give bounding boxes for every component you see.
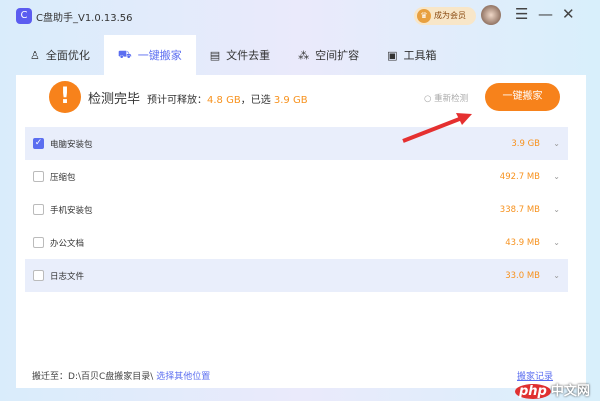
one-click-move-button[interactable]: 一键搬家 <box>485 83 560 111</box>
list-item[interactable]: ✓ 电脑安装包 3.9 GB ⌄ <box>25 127 568 160</box>
list-item[interactable]: 办公文档 43.9 MB ⌄ <box>25 226 568 259</box>
recheck-button[interactable]: ○ 重新检测 <box>424 92 468 104</box>
vip-button[interactable]: ♛ 成为会员 <box>414 7 476 25</box>
avatar[interactable] <box>481 5 501 25</box>
watermark-cn: 中文网 <box>550 384 590 399</box>
rocket-icon: ♙ <box>30 48 40 62</box>
tab-label: 空间扩容 <box>315 49 360 62</box>
crown-icon: ♛ <box>417 9 431 23</box>
main-panel: ! 检测完毕 预计可释放：4.8 GB，已选 3.9 GB ○ 重新检测 一键搬… <box>16 75 586 388</box>
selected-prefix: ，已选 <box>240 95 271 106</box>
tab-label: 一键搬家 <box>137 49 182 62</box>
toolbox-icon: ▣ <box>387 48 398 62</box>
list-item[interactable]: 手机安装包 338.7 MB ⌄ <box>25 193 568 226</box>
warning-icon: ! <box>49 81 81 113</box>
title-bar: C C盘助手_V1.0.13.56 ♛ 成为会员 ☰ — ✕ <box>0 0 600 33</box>
scan-status: 检测完毕 <box>88 92 141 107</box>
destination-path: D:\百贝C盘搬家目录\ <box>68 372 154 382</box>
tab-one-click-move[interactable]: ⛟ 一键搬家 <box>103 35 196 75</box>
tab-bar: ♙ 全面优化 ⛟ 一键搬家 ▤ 文件去重 ⁂ 空间扩容 ▣ 工具箱 <box>16 35 451 75</box>
tab-label: 工具箱 <box>403 49 437 62</box>
red-arrow-annotation <box>402 113 472 143</box>
watermark: php 中文网 <box>515 380 590 399</box>
selected-size: 3.9 GB <box>273 95 308 106</box>
list-item[interactable]: 压缩包 492.7 MB ⌄ <box>25 160 568 193</box>
move-destination: 搬迁至：D:\百贝C盘搬家目录\ 选择其他位置 <box>32 369 210 382</box>
close-icon[interactable]: ✕ <box>562 5 575 23</box>
item-checkbox[interactable] <box>33 237 44 248</box>
watermark-php: php <box>515 384 551 399</box>
item-name: 日志文件 <box>50 271 85 282</box>
expand-icon: ⁂ <box>298 48 310 62</box>
tab-label: 全面优化 <box>45 49 90 62</box>
chevron-down-icon[interactable]: ⌄ <box>553 139 560 148</box>
tab-file-dedupe[interactable]: ▤ 文件去重 <box>196 35 284 75</box>
scan-summary: 预计可释放：4.8 GB，已选 3.9 GB <box>147 91 308 106</box>
chevron-down-icon[interactable]: ⌄ <box>553 271 560 280</box>
chevron-down-icon[interactable]: ⌄ <box>553 205 560 214</box>
list-item[interactable]: 日志文件 33.0 MB ⌄ <box>25 259 568 292</box>
item-checkbox[interactable] <box>33 270 44 281</box>
chevron-down-icon[interactable]: ⌄ <box>553 172 560 181</box>
file-copy-icon: ▤ <box>209 48 221 62</box>
item-size: 492.7 MB <box>499 171 540 182</box>
tab-toolbox[interactable]: ▣ 工具箱 <box>373 35 450 75</box>
chevron-down-icon[interactable]: ⌄ <box>553 238 560 247</box>
recheck-label: 重新检测 <box>434 94 469 104</box>
app-logo-icon: C <box>16 8 32 24</box>
item-checkbox[interactable] <box>33 171 44 182</box>
item-checkbox[interactable] <box>33 204 44 215</box>
item-name: 办公文档 <box>50 238 85 249</box>
app-title: C盘助手_V1.0.13.56 <box>36 13 133 24</box>
releasable-size: 4.8 GB <box>207 95 241 106</box>
destination-prefix: 搬迁至： <box>32 372 69 382</box>
item-size: 33.0 MB <box>505 270 540 281</box>
tab-label: 文件去重 <box>226 49 271 62</box>
choose-location-link[interactable]: 选择其他位置 <box>156 372 210 382</box>
item-checkbox[interactable]: ✓ <box>33 138 44 149</box>
item-size: 43.9 MB <box>505 237 540 248</box>
refresh-icon: ○ <box>424 94 432 104</box>
item-name: 手机安装包 <box>50 205 93 216</box>
item-size: 338.7 MB <box>499 204 540 215</box>
item-name: 压缩包 <box>50 172 76 183</box>
tab-full-optimize[interactable]: ♙ 全面优化 <box>16 35 104 75</box>
tab-space-expand[interactable]: ⁂ 空间扩容 <box>284 35 373 75</box>
minimize-icon[interactable]: — <box>538 5 553 23</box>
item-name: 电脑安装包 <box>50 139 93 150</box>
truck-icon: ⛟ <box>117 47 132 61</box>
menu-icon[interactable]: ☰ <box>515 5 528 23</box>
summary-prefix: 预计可释放： <box>147 95 207 106</box>
vip-label: 成为会员 <box>434 11 466 20</box>
